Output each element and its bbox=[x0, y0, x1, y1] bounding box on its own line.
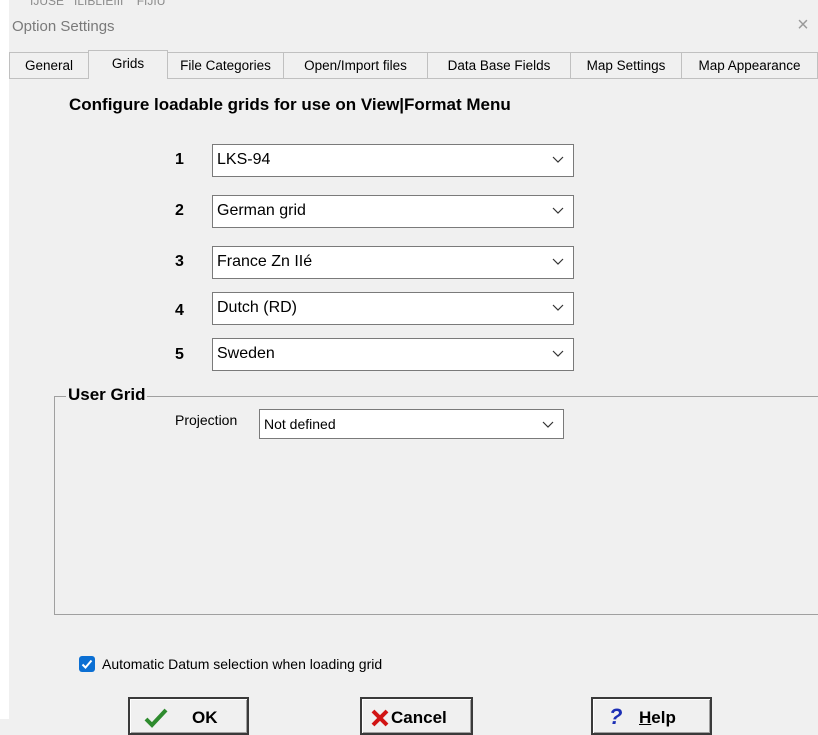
chevron-down-icon bbox=[552, 258, 564, 265]
grid-select-3-value: France Zn IIé bbox=[217, 253, 313, 270]
grid-number-4: 4 bbox=[175, 302, 184, 319]
grid-select-2[interactable]: German grid bbox=[212, 195, 574, 228]
auto-datum-checkbox[interactable] bbox=[79, 656, 95, 672]
grid-number-1: 1 bbox=[175, 151, 184, 168]
question-mark-icon: ? bbox=[609, 704, 623, 729]
cross-icon bbox=[371, 709, 389, 727]
tab-grids[interactable]: Grids bbox=[88, 50, 168, 79]
window-title: Option Settings bbox=[12, 18, 115, 35]
chevron-down-icon bbox=[552, 207, 564, 214]
chevron-down-icon bbox=[552, 350, 564, 357]
cancel-button-label: Cancel bbox=[391, 708, 447, 727]
tab-map-appearance[interactable]: Map Appearance bbox=[681, 52, 818, 78]
grid-number-5: 5 bbox=[175, 346, 184, 363]
option-settings-window: IJUSE ILIBLIEIII FIJIU Option Settings ×… bbox=[0, 0, 818, 735]
grid-select-2-value: German grid bbox=[217, 202, 306, 219]
ok-button[interactable]: OK bbox=[128, 697, 249, 735]
help-mnemonic: H bbox=[639, 708, 652, 727]
grid-select-4-value: Dutch (RD) bbox=[217, 299, 298, 316]
user-grid-legend: User Grid bbox=[66, 385, 148, 405]
grid-select-4[interactable]: Dutch (RD) bbox=[212, 292, 574, 325]
ok-button-label: OK bbox=[192, 708, 218, 727]
checkmark-icon bbox=[144, 708, 168, 728]
tab-map-settings[interactable]: Map Settings bbox=[570, 52, 682, 78]
auto-datum-label: Automatic Datum selection when loading g… bbox=[102, 656, 383, 672]
tab-file-categories[interactable]: File Categories bbox=[167, 52, 284, 78]
tab-general[interactable]: General bbox=[9, 52, 89, 78]
cancel-button[interactable]: Cancel bbox=[360, 697, 473, 735]
tab-data-base-fields[interactable]: Data Base Fields bbox=[427, 52, 571, 78]
title-bar: Option Settings × bbox=[9, 8, 818, 46]
help-label-rest: elp bbox=[651, 708, 676, 727]
projection-select[interactable]: Not defined bbox=[259, 409, 564, 439]
grid-select-3[interactable]: France Zn IIé bbox=[212, 246, 574, 279]
projection-select-value: Not defined bbox=[264, 416, 336, 432]
help-button[interactable]: ? Help bbox=[591, 697, 712, 735]
grids-heading: Configure loadable grids for use on View… bbox=[69, 95, 511, 114]
projection-label: Projection bbox=[175, 412, 238, 428]
grid-select-1-value: LKS-94 bbox=[217, 151, 271, 168]
menu-bar-remnant: IJUSE ILIBLIEIII FIJIU bbox=[30, 0, 166, 8]
grid-select-5[interactable]: Sweden bbox=[212, 338, 574, 371]
chevron-down-icon bbox=[552, 156, 564, 163]
grid-number-2: 2 bbox=[175, 202, 184, 219]
close-icon[interactable]: × bbox=[791, 13, 815, 37]
grid-select-5-value: Sweden bbox=[217, 345, 275, 362]
tab-strip: General Grids File Categories Open/Impor… bbox=[9, 50, 818, 79]
grid-number-3: 3 bbox=[175, 253, 184, 270]
checkmark-icon bbox=[81, 659, 93, 669]
grid-select-1[interactable]: LKS-94 bbox=[212, 144, 574, 177]
chevron-down-icon bbox=[552, 304, 564, 311]
background-strip bbox=[0, 0, 9, 719]
chevron-down-icon bbox=[542, 421, 554, 428]
help-button-label: Help bbox=[639, 708, 676, 728]
tab-open-import-files[interactable]: Open/Import files bbox=[283, 52, 428, 78]
